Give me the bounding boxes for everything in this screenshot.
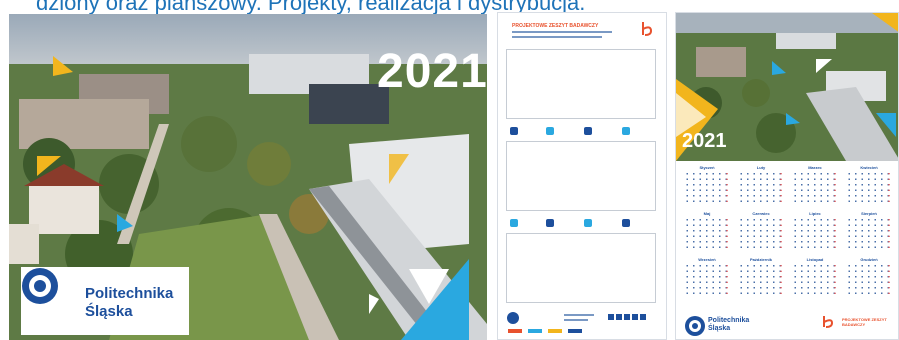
calendar-month: Listopad [790, 257, 840, 299]
planner-note-box [506, 49, 656, 119]
planner-footer-logos [507, 312, 646, 333]
poster-year: 2021 [682, 130, 727, 152]
calendar-year: 2021 [377, 45, 487, 98]
calendar-month: Czerwiec [736, 211, 786, 253]
planner-note-box [506, 141, 656, 211]
planner-logo-icon [642, 22, 653, 36]
planner-footer [504, 309, 660, 335]
planner-sheet: PROJEKTOWE ZESZYT BADAWCZY [497, 12, 667, 340]
calendar-month: Styczeń [682, 165, 732, 207]
calendar-month: Grudzień [844, 257, 894, 299]
calendar-month: Maj [682, 211, 732, 253]
university-emblem-icon [22, 268, 58, 304]
wall-calendar-cover: 2021 Politechnika Śląska [9, 14, 487, 340]
logo-text-line2: Śląska [708, 325, 731, 332]
planner-subline [512, 31, 612, 33]
university-logo: Politechnika Śląska [21, 267, 189, 335]
calendar-month: Luty [736, 165, 786, 207]
calendar-month: Sierpień [844, 211, 894, 253]
calendar-month: Wrzesień [682, 257, 732, 299]
calendar-month: Marzec [790, 165, 840, 207]
planner-icon-strip [506, 125, 656, 137]
planner-icon-strip [506, 217, 656, 229]
calendar-month: Lipiec [790, 211, 840, 253]
poster-logo-icon [823, 316, 834, 328]
poster-calendar: 2021 Styczeń Luty Marzec Kwiecień Maj Cz… [675, 12, 899, 340]
planner-header: PROJEKTOWE ZESZYT BADAWCZY [504, 19, 660, 47]
calendar-month: Kwiecień [844, 165, 894, 207]
planner-title: PROJEKTOWE ZESZYT BADAWCZY [512, 23, 599, 29]
calendar-grid: Styczeń Luty Marzec Kwiecień Maj Czerwie… [682, 165, 896, 305]
planner-note-box [506, 233, 656, 303]
logo-text-line1: Politechnika [85, 285, 174, 302]
logo-text-line1: Politechnika [708, 317, 750, 324]
university-emblem-icon [685, 316, 705, 336]
poster-footer-title: PROJEKTOWE ZESZYT BADAWCZY [842, 317, 887, 327]
calendar-month: Październik [736, 257, 786, 299]
poster-footer: Politechnika Śląska PROJEKTOWE ZESZYT BA… [676, 309, 898, 339]
logo-text-line2: Śląska [85, 303, 133, 320]
poster-photo: 2021 [676, 13, 898, 161]
planner-subline [512, 36, 602, 38]
